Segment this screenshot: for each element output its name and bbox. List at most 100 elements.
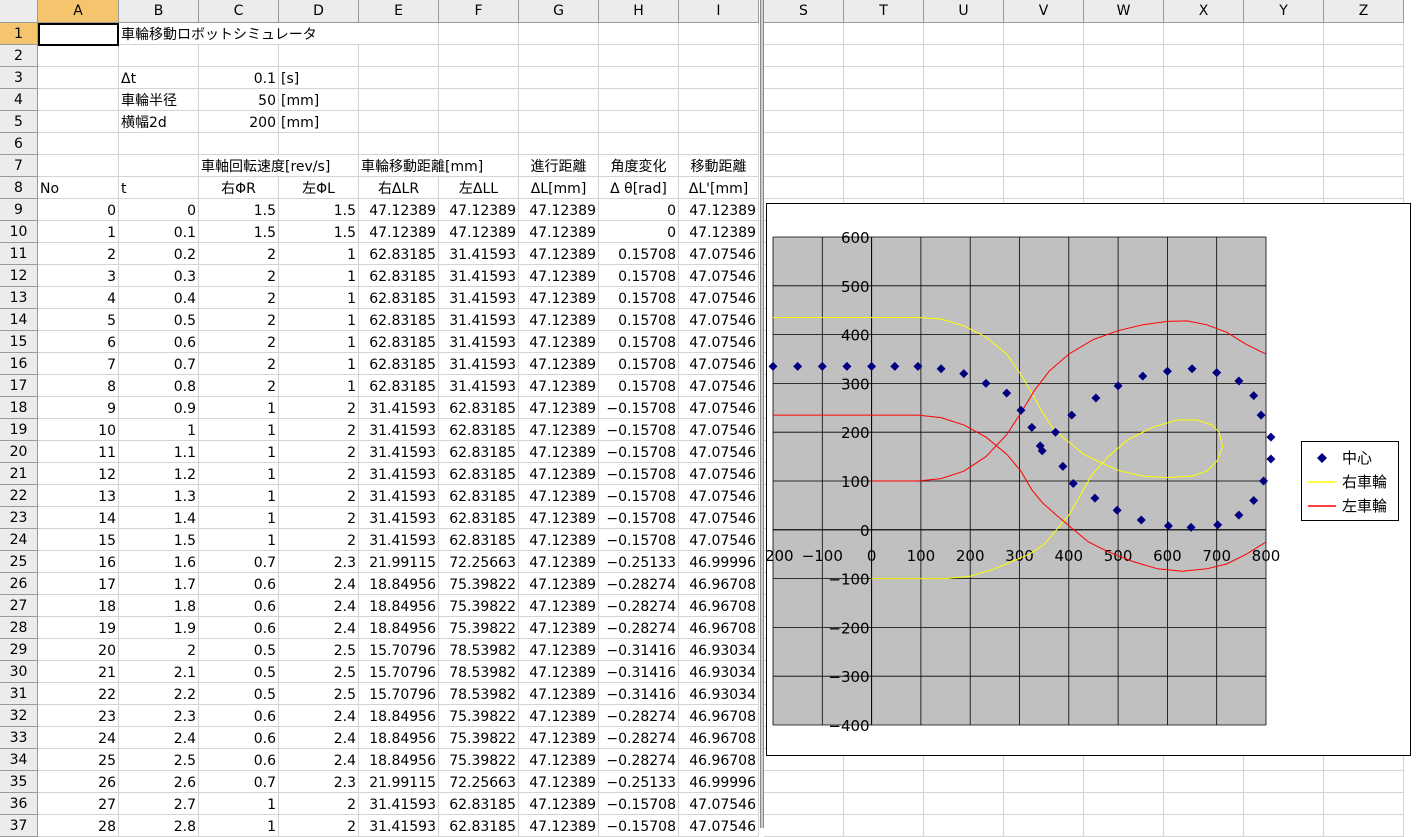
cell-a34[interactable]: 25 — [38, 749, 119, 771]
cell-g7[interactable]: 進行距離 — [519, 155, 599, 177]
cell-d10[interactable]: 1.5 — [279, 221, 359, 243]
cell-i18[interactable]: 47.07546 — [679, 397, 759, 419]
cell-e23[interactable]: 31.41593 — [359, 507, 439, 529]
cell-c25[interactable]: 0.7 — [199, 551, 279, 573]
cell-e19[interactable]: 31.41593 — [359, 419, 439, 441]
cell-i32[interactable]: 46.96708 — [679, 705, 759, 727]
cell-c13[interactable]: 2 — [199, 287, 279, 309]
cell-c30[interactable]: 0.5 — [199, 661, 279, 683]
cell-g27[interactable]: 47.12389 — [519, 595, 599, 617]
cell-i23[interactable]: 47.07546 — [679, 507, 759, 529]
row-header[interactable]: 9 — [0, 199, 38, 221]
cell-f8[interactable]: 左ΔLL — [439, 177, 519, 199]
cell-d37[interactable]: 2 — [279, 815, 359, 837]
cell-h9[interactable]: 0 — [599, 199, 679, 221]
cell-a32[interactable]: 23 — [38, 705, 119, 727]
column-header-y[interactable]: Y — [1244, 0, 1324, 23]
cell-f22[interactable]: 62.83185 — [439, 485, 519, 507]
cell-f34[interactable]: 75.39822 — [439, 749, 519, 771]
cell-d30[interactable]: 2.5 — [279, 661, 359, 683]
cell-c11[interactable]: 2 — [199, 243, 279, 265]
column-header-u[interactable]: U — [924, 0, 1004, 23]
cell-g22[interactable]: 47.12389 — [519, 485, 599, 507]
cell-h27[interactable]: −0.28274 — [599, 595, 679, 617]
cell-c23[interactable]: 1 — [199, 507, 279, 529]
cell-b8[interactable]: t — [119, 177, 199, 199]
row-header[interactable]: 28 — [0, 617, 38, 639]
cell-b31[interactable]: 2.2 — [119, 683, 199, 705]
cell-i7[interactable]: 移動距離 — [679, 155, 759, 177]
cell-f20[interactable]: 62.83185 — [439, 441, 519, 463]
cell-e36[interactable]: 31.41593 — [359, 793, 439, 815]
cell-d36[interactable]: 2 — [279, 793, 359, 815]
cell-d29[interactable]: 2.5 — [279, 639, 359, 661]
row-header[interactable]: 8 — [0, 177, 38, 199]
cell-i31[interactable]: 46.93034 — [679, 683, 759, 705]
column-header-d[interactable]: D — [279, 0, 359, 23]
cell-c34[interactable]: 0.6 — [199, 749, 279, 771]
cell-i10[interactable]: 47.12389 — [679, 221, 759, 243]
cell-b21[interactable]: 1.2 — [119, 463, 199, 485]
cell-i36[interactable]: 47.07546 — [679, 793, 759, 815]
cell-a31[interactable]: 22 — [38, 683, 119, 705]
cell-c37[interactable]: 1 — [199, 815, 279, 837]
active-cell-a1[interactable] — [38, 23, 119, 46]
cell-i17[interactable]: 47.07546 — [679, 375, 759, 397]
cell-a27[interactable]: 18 — [38, 595, 119, 617]
cell-b14[interactable]: 0.5 — [119, 309, 199, 331]
cell-a33[interactable]: 24 — [38, 727, 119, 749]
cell-f31[interactable]: 78.53982 — [439, 683, 519, 705]
cell-e28[interactable]: 18.84956 — [359, 617, 439, 639]
cell-c27[interactable]: 0.6 — [199, 595, 279, 617]
cell-h18[interactable]: −0.15708 — [599, 397, 679, 419]
cell-h34[interactable]: −0.28274 — [599, 749, 679, 771]
cell-a21[interactable]: 12 — [38, 463, 119, 485]
cell-d17[interactable]: 1 — [279, 375, 359, 397]
cell-a20[interactable]: 11 — [38, 441, 119, 463]
cell-b18[interactable]: 0.9 — [119, 397, 199, 419]
row-header[interactable]: 31 — [0, 683, 38, 705]
row-header[interactable]: 14 — [0, 309, 38, 331]
cell-h12[interactable]: 0.15708 — [599, 265, 679, 287]
row-header[interactable]: 3 — [0, 67, 38, 89]
cell-a11[interactable]: 2 — [38, 243, 119, 265]
row-header[interactable]: 27 — [0, 595, 38, 617]
cell-g8[interactable]: ΔL[mm] — [519, 177, 599, 199]
cell-d32[interactable]: 2.4 — [279, 705, 359, 727]
cell-e11[interactable]: 62.83185 — [359, 243, 439, 265]
cell-c29[interactable]: 0.5 — [199, 639, 279, 661]
cell-b3[interactable]: Δt — [119, 67, 199, 89]
cell-i26[interactable]: 46.96708 — [679, 573, 759, 595]
cell-d28[interactable]: 2.4 — [279, 617, 359, 639]
cell-e35[interactable]: 21.99115 — [359, 771, 439, 793]
column-header-s[interactable]: S — [764, 0, 844, 23]
cell-b24[interactable]: 1.5 — [119, 529, 199, 551]
cell-f33[interactable]: 75.39822 — [439, 727, 519, 749]
row-header[interactable]: 7 — [0, 155, 38, 177]
cell-d19[interactable]: 2 — [279, 419, 359, 441]
row-header[interactable]: 1 — [0, 23, 38, 45]
cell-g28[interactable]: 47.12389 — [519, 617, 599, 639]
cell-g29[interactable]: 47.12389 — [519, 639, 599, 661]
cell-e30[interactable]: 15.70796 — [359, 661, 439, 683]
cell-c35[interactable]: 0.7 — [199, 771, 279, 793]
cell-d26[interactable]: 2.4 — [279, 573, 359, 595]
cell-c36[interactable]: 1 — [199, 793, 279, 815]
cell-a19[interactable]: 10 — [38, 419, 119, 441]
cell-b32[interactable]: 2.3 — [119, 705, 199, 727]
cell-d14[interactable]: 1 — [279, 309, 359, 331]
cell-f35[interactable]: 72.25663 — [439, 771, 519, 793]
cell-i14[interactable]: 47.07546 — [679, 309, 759, 331]
cell-c4[interactable]: 50 — [199, 89, 279, 111]
column-header-w[interactable]: W — [1084, 0, 1164, 23]
cell-c31[interactable]: 0.5 — [199, 683, 279, 705]
cell-a18[interactable]: 9 — [38, 397, 119, 419]
cell-f27[interactable]: 75.39822 — [439, 595, 519, 617]
cell-e17[interactable]: 62.83185 — [359, 375, 439, 397]
cell-i15[interactable]: 47.07546 — [679, 331, 759, 353]
column-header-i[interactable]: I — [679, 0, 759, 23]
cell-e16[interactable]: 62.83185 — [359, 353, 439, 375]
cell-i37[interactable]: 47.07546 — [679, 815, 759, 837]
cell-i28[interactable]: 46.96708 — [679, 617, 759, 639]
column-header-f[interactable]: F — [439, 0, 519, 23]
